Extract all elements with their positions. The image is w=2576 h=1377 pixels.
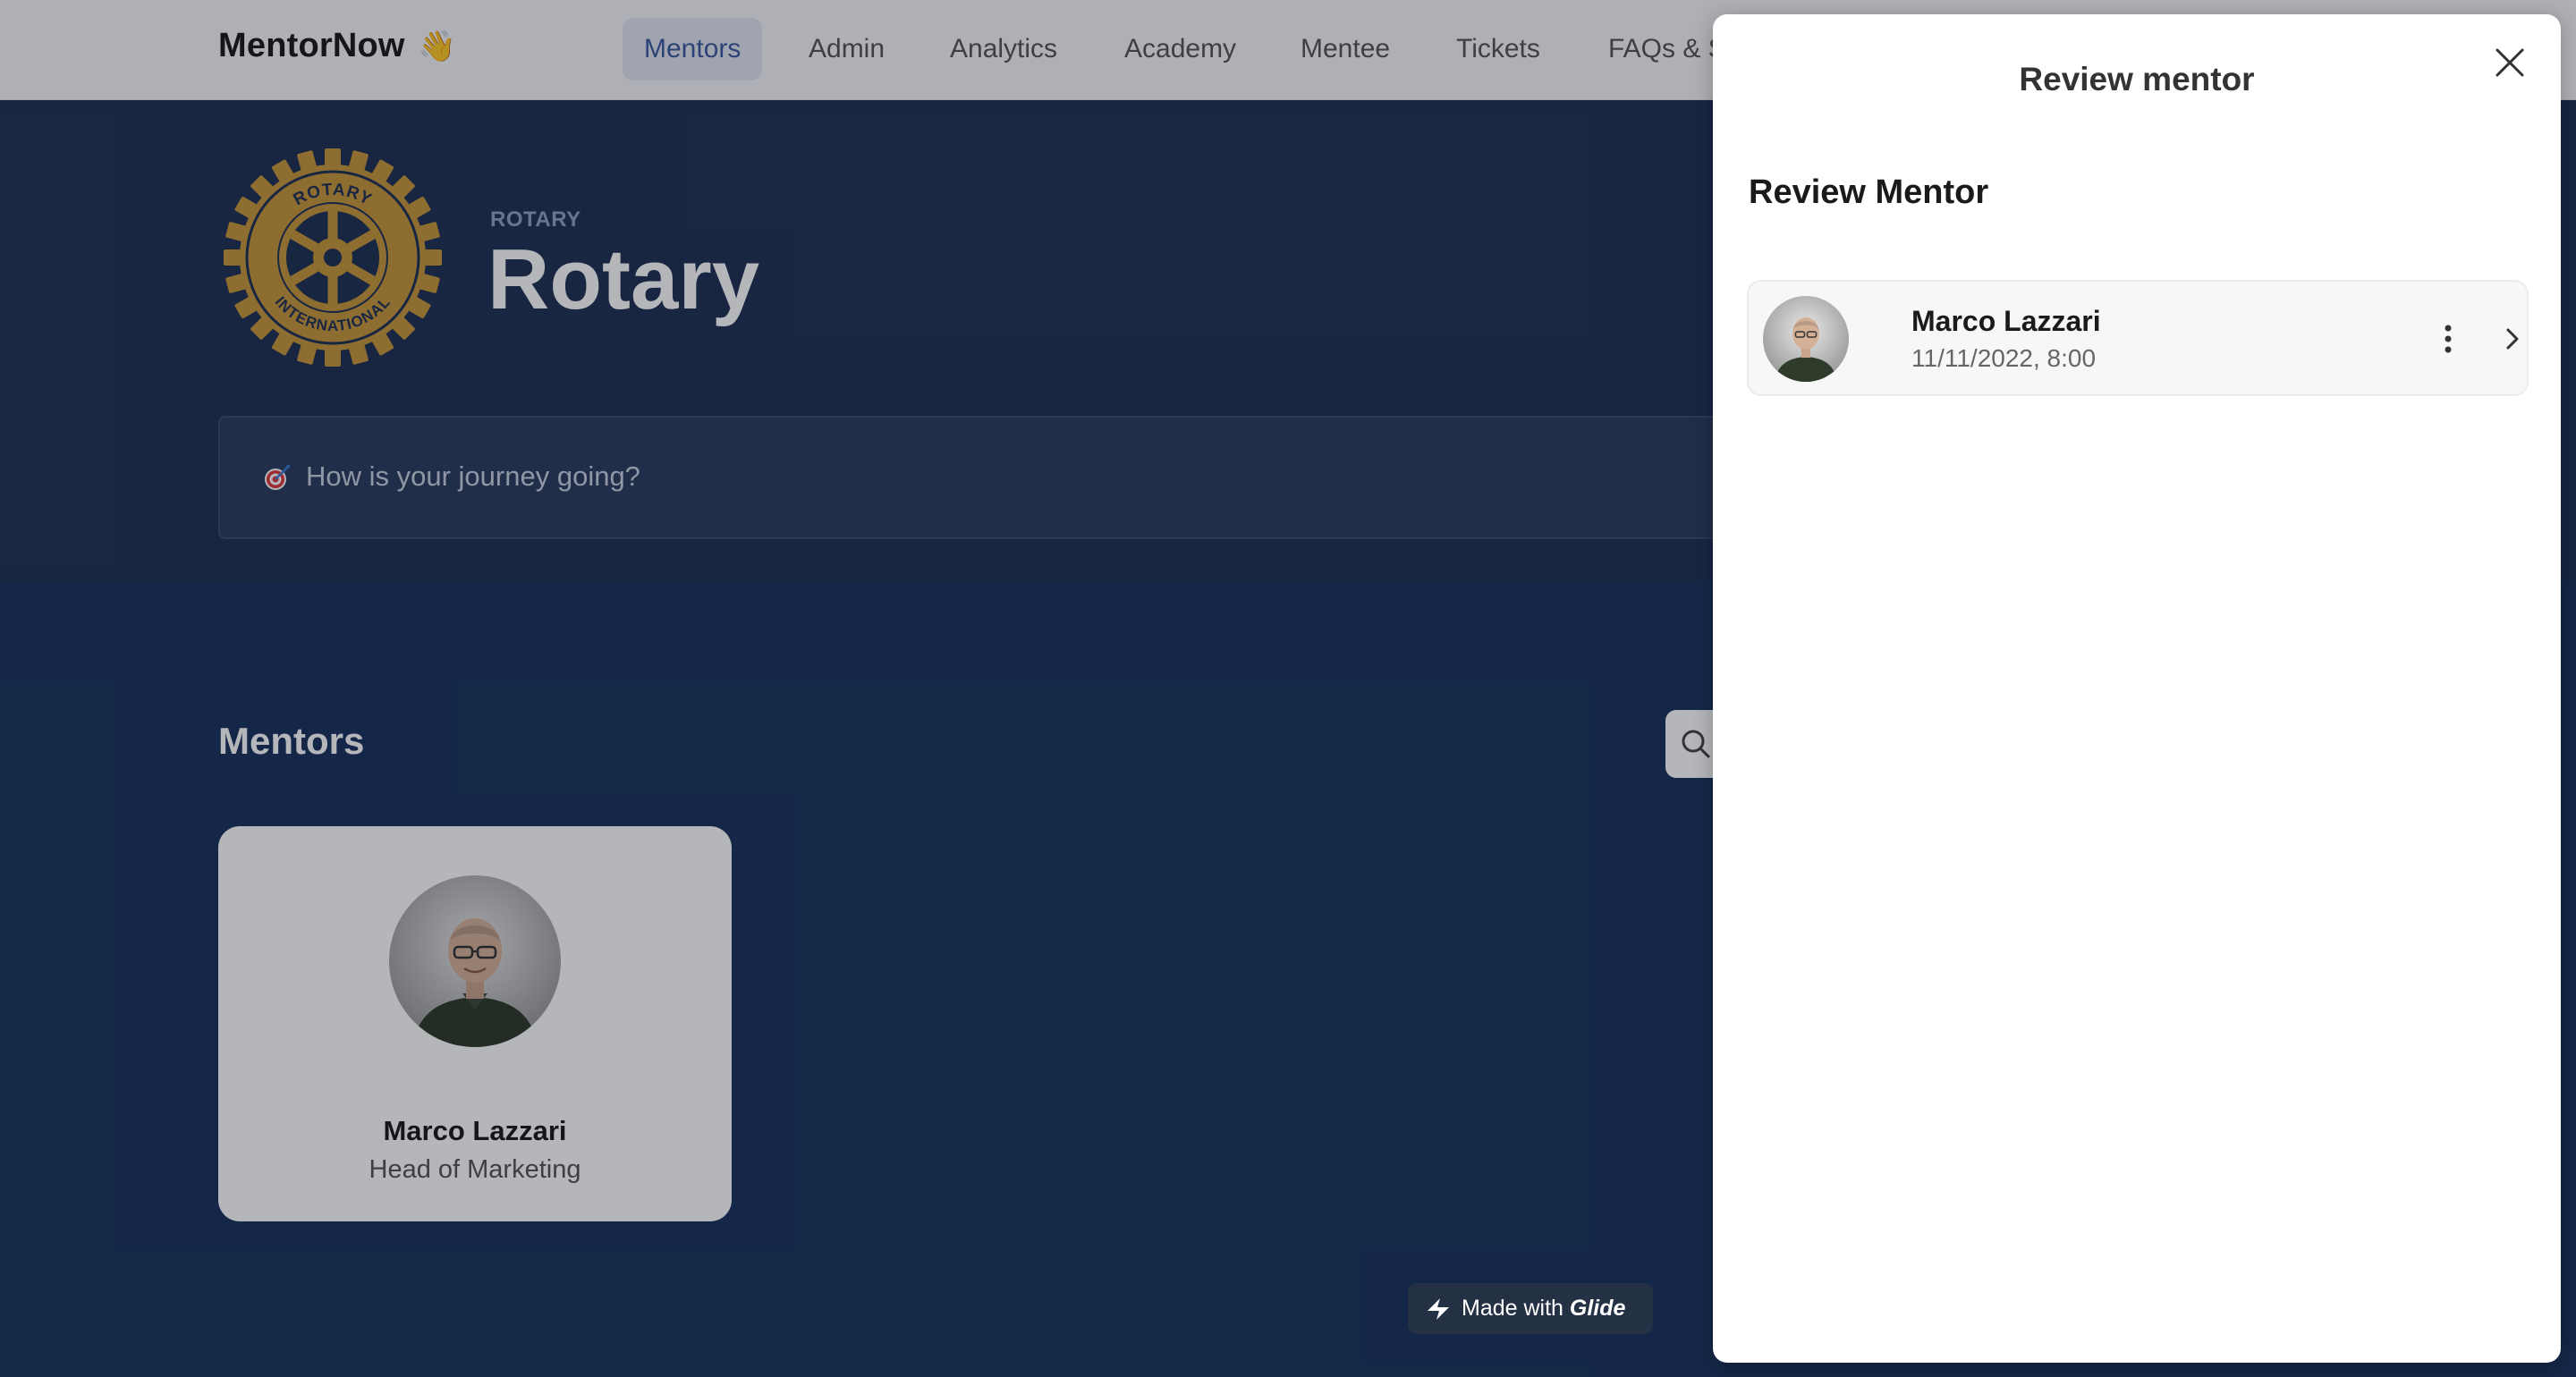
made-with-glide-badge[interactable]: Made with Glide	[1408, 1283, 1653, 1334]
review-list-item[interactable]: Marco Lazzari 11/11/2022, 8:00	[1747, 280, 2529, 396]
badge-prefix: Made with	[1462, 1296, 1563, 1321]
close-icon[interactable]	[2492, 45, 2528, 80]
review-item-name: Marco Lazzari	[1911, 305, 2101, 337]
more-options-icon[interactable]	[2430, 321, 2466, 357]
chevron-right-icon	[2506, 328, 2519, 350]
panel-heading: Review Mentor	[1749, 173, 1989, 211]
panel-title: Review mentor	[2019, 61, 2255, 97]
badge-brand: Glide	[1569, 1296, 1626, 1321]
avatar	[1763, 296, 1849, 382]
review-mentor-panel: Review mentor Review Mentor Marco Lazzar…	[1713, 14, 2561, 1363]
review-item-date: 11/11/2022, 8:00	[1911, 344, 2097, 372]
glide-logo-icon	[1428, 1298, 1449, 1320]
